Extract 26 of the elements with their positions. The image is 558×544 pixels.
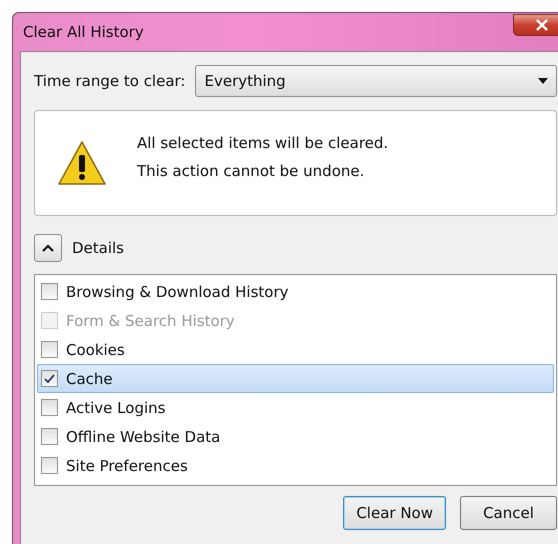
dialog-button[interactable]: Cancel: [460, 496, 557, 530]
time-range-dropdown[interactable]: Everything: [195, 65, 557, 97]
checkbox[interactable]: [41, 457, 58, 474]
history-item[interactable]: Cookies: [37, 335, 554, 364]
dropdown-caret-icon: [538, 78, 548, 84]
close-icon: [535, 19, 549, 31]
warning-text: This action cannot be undone.: [137, 162, 366, 180]
checkbox[interactable]: [41, 428, 58, 445]
time-range-label: Time range to clear:: [34, 72, 186, 90]
warning-text: All selected items will be cleared.: [137, 134, 388, 152]
history-item[interactable]: Site Preferences: [37, 451, 554, 480]
checkbox[interactable]: [41, 283, 58, 300]
details-label: Details: [72, 239, 124, 257]
window-title: Clear All History: [23, 23, 144, 41]
history-item[interactable]: Active Logins: [37, 393, 554, 422]
checkbox[interactable]: [41, 341, 58, 358]
checkbox[interactable]: [41, 370, 58, 387]
details-toggle-button[interactable]: [34, 234, 62, 262]
history-item[interactable]: Offline Website Data: [37, 422, 554, 451]
warning-icon: [57, 140, 107, 186]
checkbox[interactable]: [41, 399, 58, 416]
close-button[interactable]: [513, 14, 558, 36]
chevron-icon: [42, 244, 54, 252]
dialog-button[interactable]: Clear Now: [343, 496, 446, 530]
history-item[interactable]: Browsing & Download History: [37, 277, 554, 306]
history-item[interactable]: Cache: [37, 364, 554, 393]
